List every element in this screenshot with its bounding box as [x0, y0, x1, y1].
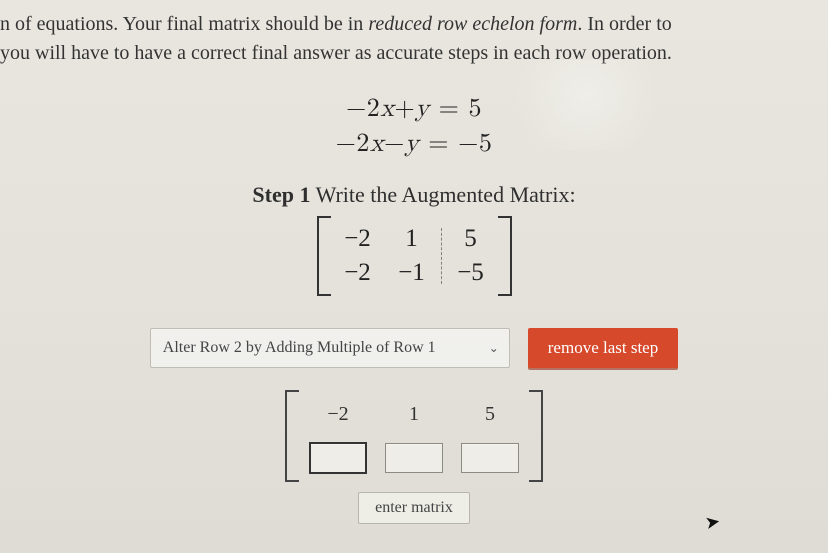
- remove-last-step-button[interactable]: remove last step: [528, 328, 678, 368]
- editable-matrix: −2 1 5: [0, 390, 828, 482]
- system-of-equations: −2x+y = 5 −2x−y = −5: [0, 94, 828, 160]
- edit-input-r2c3[interactable]: [461, 443, 519, 473]
- augmented-matrix: −2 −2 1 −1 5 −5: [0, 216, 828, 296]
- chevron-down-icon: ⌄: [489, 341, 499, 356]
- instructions-line2: you will have to have a correct final an…: [0, 42, 672, 64]
- bracket-right-icon: [498, 216, 512, 296]
- instructions-part1: n of equations. Your final matrix should…: [0, 13, 368, 35]
- row-operation-dropdown[interactable]: Alter Row 2 by Adding Multiple of Row 1 …: [150, 328, 510, 368]
- bracket-left-icon: [317, 216, 331, 296]
- edit-cell-r1c3: 5: [485, 403, 495, 426]
- matrix-cell-r1c1: −2: [343, 222, 373, 256]
- matrix-cell-r2c1: −2: [343, 256, 373, 290]
- edit-input-r2c1[interactable]: [309, 442, 367, 474]
- cursor-arrow-icon: ➤: [703, 511, 722, 534]
- bracket-left-icon: [285, 390, 299, 482]
- matrix-cell-r2c3: −5: [456, 256, 486, 290]
- step-1-heading: Step 1 Write the Augmented Matrix:: [0, 182, 828, 208]
- matrix-cell-r2c2: −1: [397, 256, 427, 290]
- edit-cell-r1c2: 1: [409, 403, 419, 426]
- step-1-bold: Step 1: [252, 182, 310, 207]
- equation-2: −2x−y = −5: [0, 129, 828, 160]
- step-1-rest: Write the Augmented Matrix:: [310, 182, 575, 207]
- equation-1: −2x+y = 5: [0, 94, 828, 125]
- augment-separator: [441, 228, 442, 284]
- edit-cell-r1c1: −2: [327, 403, 348, 426]
- matrix-cell-r1c3: 5: [456, 222, 486, 256]
- matrix-cell-r1c2: 1: [397, 222, 427, 256]
- instructions-text: n of equations. Your final matrix should…: [0, 0, 828, 76]
- controls-row: Alter Row 2 by Adding Multiple of Row 1 …: [0, 328, 828, 368]
- instructions-emphasis: reduced row echelon form: [368, 13, 577, 35]
- enter-matrix-button[interactable]: enter matrix: [358, 492, 470, 524]
- bracket-right-icon: [529, 390, 543, 482]
- dropdown-selected-label: Alter Row 2 by Adding Multiple of Row 1: [163, 339, 436, 357]
- instructions-part2: . In order to: [577, 13, 671, 35]
- edit-input-r2c2[interactable]: [385, 443, 443, 473]
